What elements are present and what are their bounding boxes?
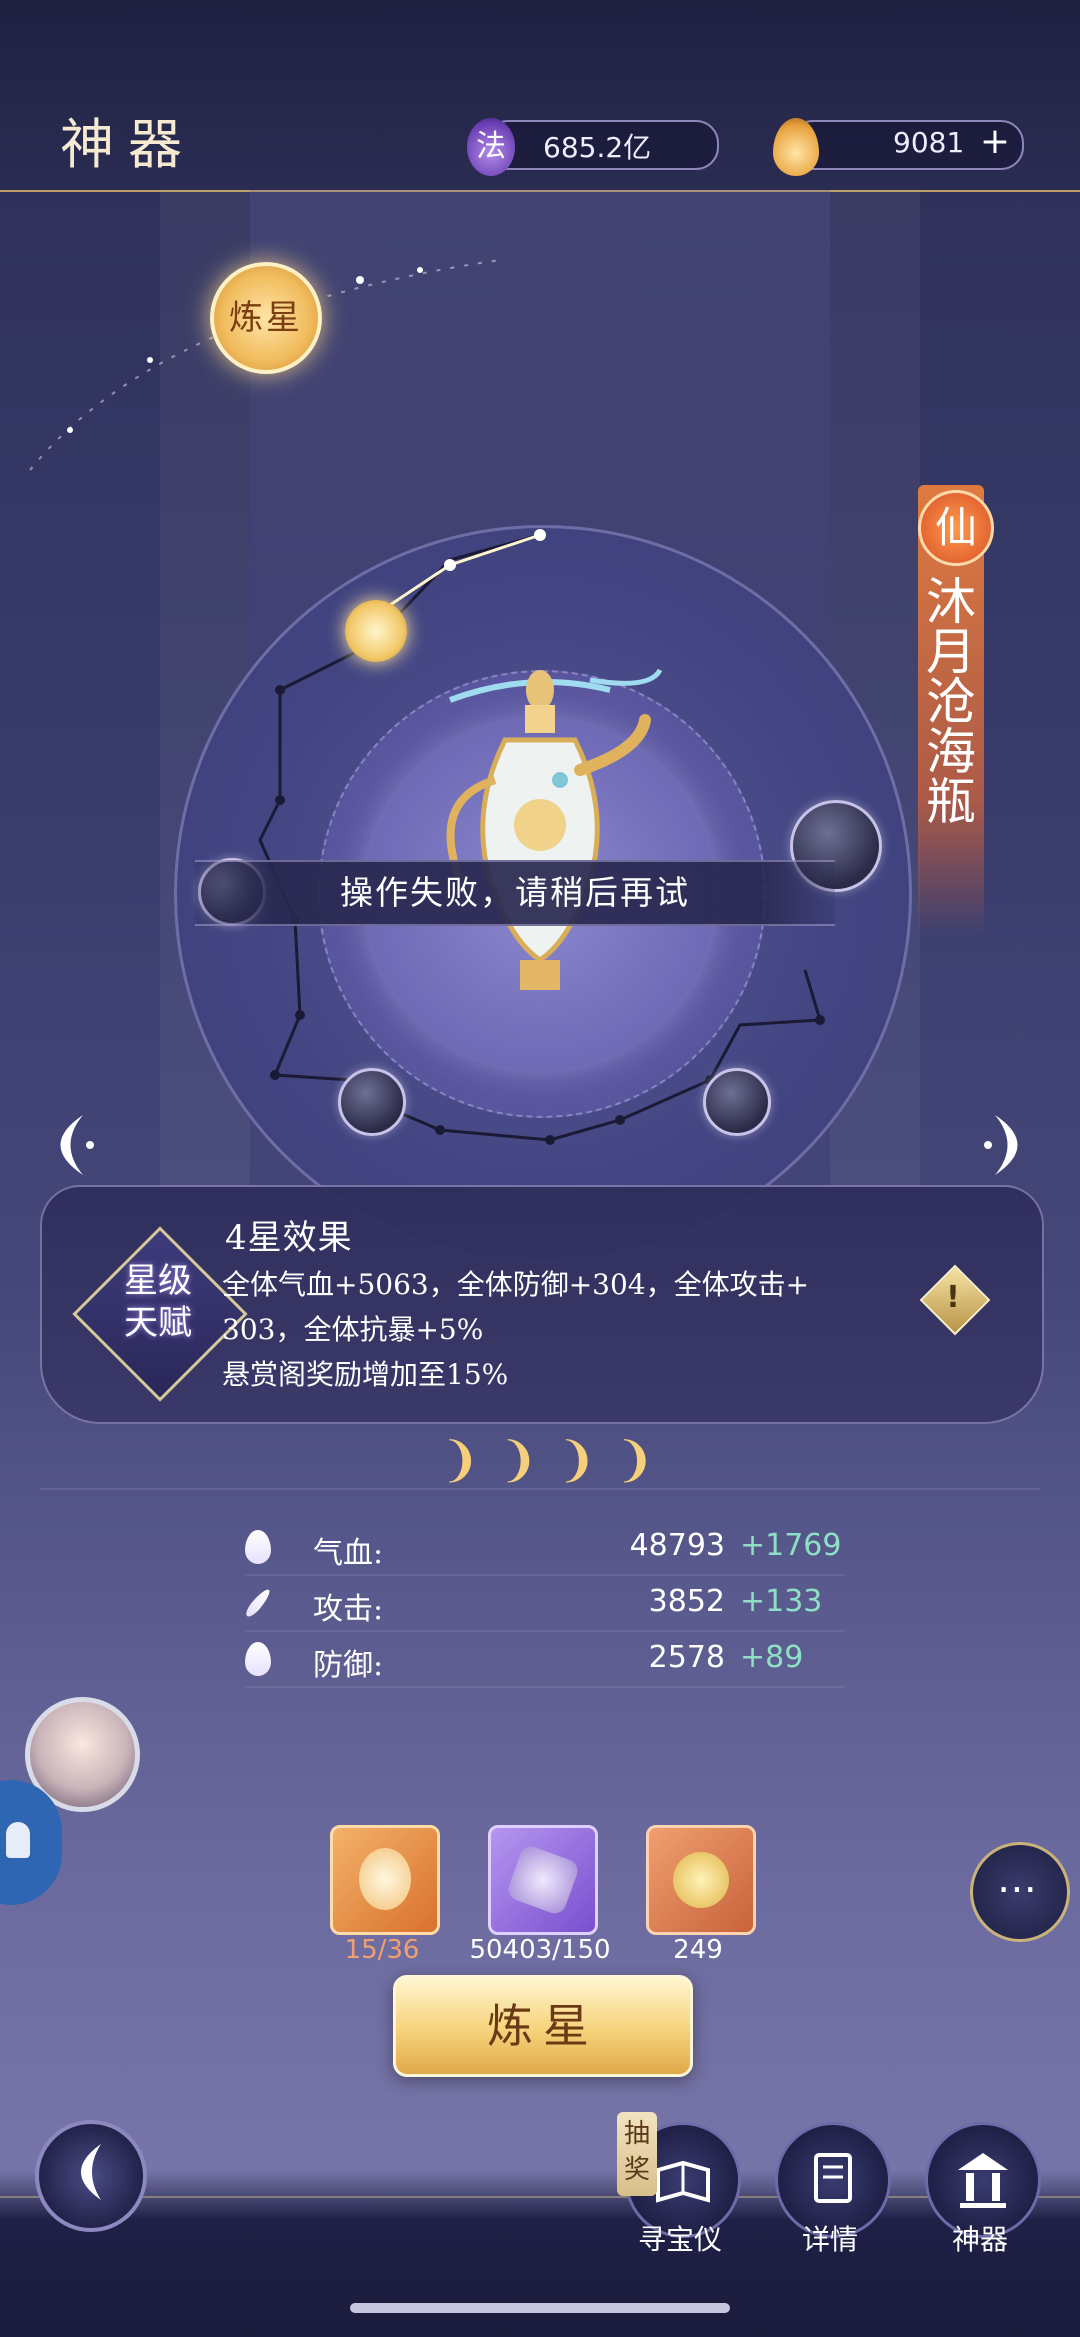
artifact-name: 沐月沧海瓶 — [918, 575, 976, 825]
talent-line: 全体气血+5063，全体防御+304，全体攻击+ — [222, 1268, 810, 1301]
stat-value: 2578 — [648, 1640, 725, 1675]
crescent-star-icon: ❩ — [440, 1432, 499, 1488]
stat-label: 气血: — [313, 1536, 384, 1571]
add-gold-button[interactable]: + — [975, 122, 1015, 162]
talent-badge-label: 星级 天赋 — [88, 1260, 228, 1344]
shield-leaf-icon — [245, 1642, 271, 1676]
nav-label: 详情 — [801, 2223, 858, 2256]
gold-coin-icon — [673, 1852, 729, 1908]
material-gold-coin[interactable] — [646, 1825, 756, 1935]
star-crystal-icon — [505, 1843, 581, 1917]
lottery-tag-char: 抽 — [623, 2119, 650, 2149]
talent-description: 全体气血+5063，全体防御+304，全体攻击+ 303，全体抗暴+5% 悬赏阁… — [222, 1262, 902, 1397]
stat-bonus: +89 — [740, 1640, 804, 1675]
nav-divider — [0, 2196, 1080, 2198]
material-count: 249 — [673, 1935, 723, 1965]
talent-badge-line: 天赋 — [124, 1303, 192, 1343]
sword-icon — [243, 1586, 273, 1620]
blood-drop-icon — [245, 1530, 271, 1564]
page-title: 神器 — [60, 113, 196, 176]
vase-shard-icon — [359, 1848, 411, 1910]
keyhole-icon — [6, 1822, 30, 1858]
lottery-tag[interactable]: 抽 奖 — [617, 2112, 657, 2196]
star-node[interactable] — [338, 1068, 406, 1136]
stat-row-defense: 防御: 2578 +89 — [245, 1634, 845, 1688]
prev-arrow-icon[interactable] — [28, 1110, 98, 1180]
chat-bubble-icon: ⋯ — [997, 1866, 1037, 1912]
refine-button[interactable]: 炼星 — [393, 1975, 693, 2077]
fa-token-icon: 法 — [467, 118, 515, 176]
error-toast: 操作失败，请稍后再试 — [195, 860, 835, 926]
star-node[interactable] — [703, 1068, 771, 1136]
talent-line: 悬赏阁奖励增加至15% — [222, 1358, 509, 1391]
talent-badge-line: 星级 — [124, 1261, 192, 1301]
home-indicator[interactable] — [350, 2303, 730, 2313]
stat-value: 3852 — [648, 1584, 725, 1619]
back-button[interactable] — [35, 2120, 147, 2232]
talent-line: 303，全体抗暴+5% — [222, 1313, 484, 1346]
back-arrow-icon — [81, 2144, 101, 2200]
nav-label: 神器 — [951, 2223, 1008, 2256]
stat-row-attack: 攻击: 3852 +133 — [243, 1578, 845, 1632]
stat-label: 防御: — [313, 1648, 384, 1683]
stat-bonus: +133 — [740, 1584, 823, 1619]
refine-star-button[interactable]: 炼星 — [210, 262, 322, 374]
next-arrow-icon[interactable] — [980, 1110, 1050, 1180]
stat-bonus: +1769 — [740, 1528, 842, 1563]
talent-title: 4星效果 — [225, 1218, 353, 1258]
moon-star-node[interactable] — [345, 600, 407, 662]
crescent-star-icon: ❩ — [556, 1432, 615, 1488]
material-vase-shard[interactable] — [330, 1825, 440, 1935]
vase-artifact-icon — [446, 668, 663, 990]
material-star-crystal[interactable] — [488, 1825, 598, 1935]
mana-value: 685.2亿 — [543, 131, 652, 164]
exclamation-icon: ! — [946, 1280, 960, 1315]
divider — [40, 1488, 1040, 1490]
grade-badge: 仙 — [918, 490, 994, 566]
stat-value: 48793 — [629, 1528, 725, 1563]
stat-row-hp: 气血: 48793 +1769 — [245, 1522, 845, 1576]
stat-label: 攻击: — [313, 1592, 384, 1627]
crescent-star-icon: ❩ — [498, 1432, 557, 1488]
crescent-star-icon: ❩ — [614, 1432, 673, 1488]
star-level-row: ❩❩❩❩ — [440, 1432, 673, 1488]
gold-value: 9081 — [893, 126, 965, 159]
nav-label: 寻宝仪 — [637, 2223, 722, 2256]
lottery-tag-char: 奖 — [623, 2155, 650, 2185]
